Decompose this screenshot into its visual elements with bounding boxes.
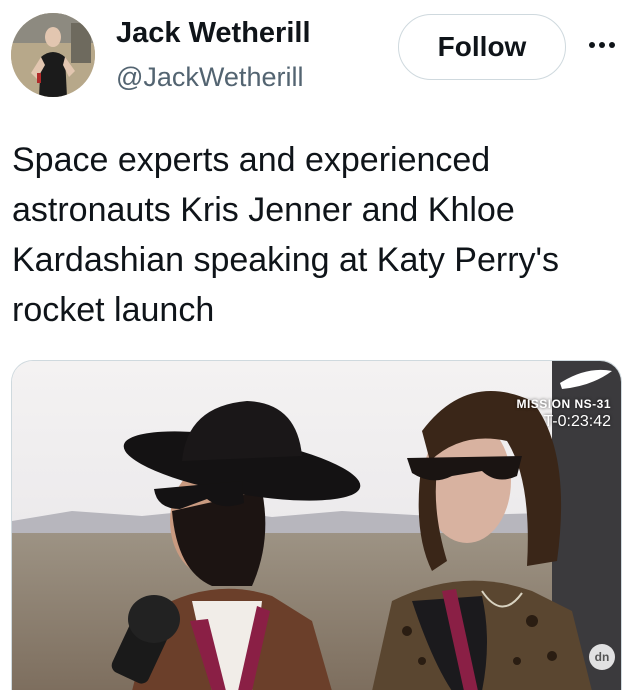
mission-label: MISSION NS-31 (516, 397, 611, 411)
broadcast-overlay: MISSION NS-31 T-0:23:42 (516, 397, 611, 433)
more-dot (589, 42, 595, 48)
watermark-badge: dn (589, 644, 615, 670)
author-avatar[interactable] (11, 13, 95, 97)
avatar-image (11, 13, 95, 97)
tweet-media[interactable]: MISSION NS-31 T-0:23:42 dn (11, 360, 622, 690)
author-name[interactable]: Jack Wetherill (116, 14, 311, 52)
more-dot (599, 42, 605, 48)
countdown-timer: T-0:23:42 (543, 413, 611, 430)
tweet-text: Space experts and experienced astronauts… (12, 141, 560, 329)
more-options-icon[interactable] (584, 30, 620, 60)
more-dot (609, 42, 615, 48)
author-handle[interactable]: @JackWetherill (116, 59, 303, 95)
follow-button[interactable]: Follow (398, 14, 566, 80)
